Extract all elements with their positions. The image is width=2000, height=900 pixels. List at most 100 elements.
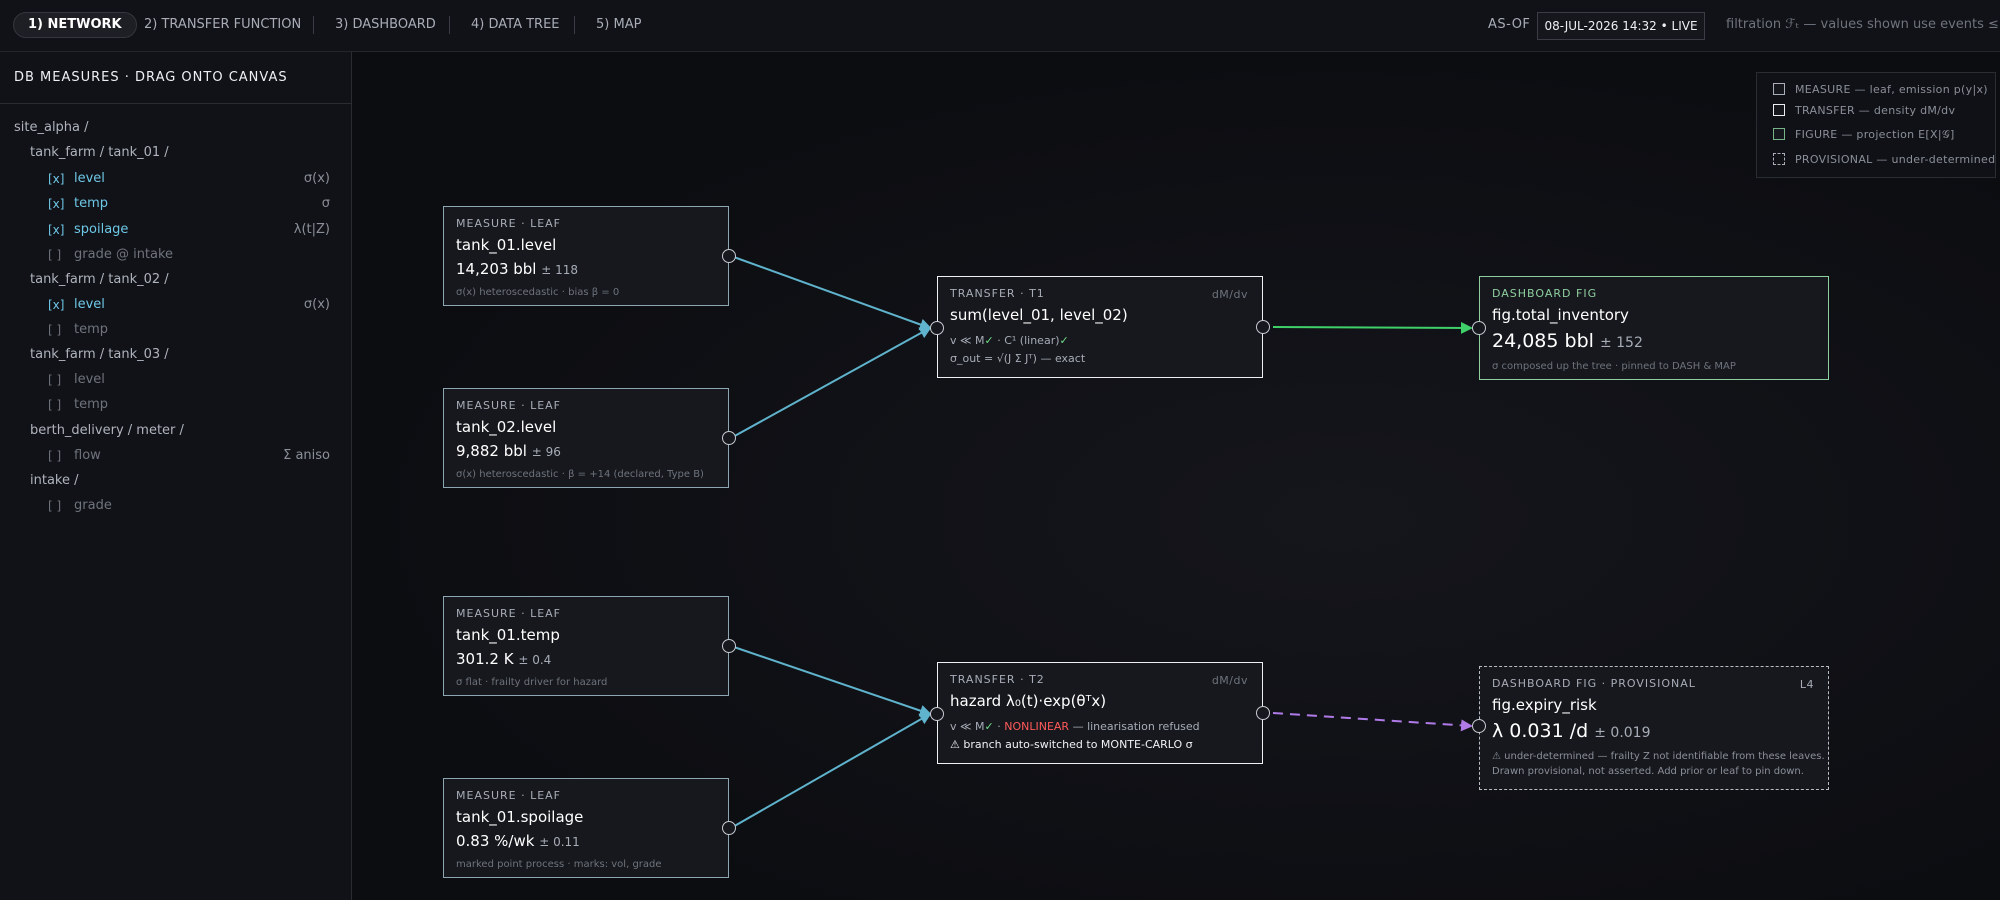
check-text: — linearisation refused [1069,720,1200,733]
edge-t1-to-total-inventory[interactable] [1272,321,1473,334]
check-mark-icon: ✓ [984,720,994,733]
warning-text: Drawn provisional, not asserted. Add pri… [1492,766,1804,777]
tree-item-meter-flow[interactable]: [ ] flow Σ aniso [0,445,340,467]
tree-folder-label: intake / [30,473,79,488]
output-port[interactable] [1256,320,1270,334]
node-note: σ flat · frailty driver for hazard [456,677,608,688]
node-title: hazard λ₀(t)·exp(θᵀx) [950,692,1107,710]
tree-folder-site-alpha[interactable]: site_alpha / [0,117,340,139]
tree-item-tank02-temp[interactable]: [ ] temp [0,319,340,341]
tree-item-checkbox[interactable]: [x] [48,168,64,190]
node-value: 9,882 bbl ± 96 [456,442,716,460]
tree-item-tank01-level[interactable]: [x] level σ(x) [0,168,340,190]
tree-item-checkbox[interactable]: [ ] [48,319,61,341]
node-tank01-temp[interactable]: MEASURE · LEAF tank_01.temp 301.2 K ± 0.… [443,596,736,696]
tab-transfer-function[interactable]: 2) TRANSFER FUNCTION [144,12,301,38]
tree-item-label: level [74,372,105,387]
tab-separator [449,16,450,34]
tree-item-label: temp [74,397,109,412]
tree-item-checkbox[interactable]: [x] [48,193,64,215]
tree-item-tank03-level[interactable]: [ ] level [0,369,340,391]
node-fig-expiry-risk[interactable]: DASHBOARD FIG · PROVISIONAL L4 fig.expir… [1472,666,1829,790]
node-tag: dM/dv [1211,288,1248,301]
node-title: tank_02.level [456,418,557,436]
node-tank02-level[interactable]: MEASURE · LEAF tank_02.level 9,882 bbl ±… [443,388,736,488]
tree-folder-label: berth_delivery / meter / [30,423,184,438]
edge-tank01-spoilage-to-t2[interactable] [730,713,932,829]
tree-item-tank01-temp[interactable]: [x] temp σ [0,193,340,215]
output-port[interactable] [1256,706,1270,720]
tree-folder-intake[interactable]: intake / [0,470,340,492]
node-title: fig.total_inventory [1492,306,1629,324]
tab-data-tree[interactable]: 4) DATA TREE [471,12,560,38]
tree-item-checkbox[interactable]: [ ] [48,244,61,266]
input-port[interactable] [930,707,944,721]
check-text: · [993,720,1005,733]
input-port[interactable] [930,321,944,335]
node-warning-line: ⚠ branch auto-switched to MONTE-CARLO σ [950,738,1193,751]
tree-folder-berth-delivery[interactable]: berth_delivery / meter / [0,420,340,442]
check-text: v ≪ M [950,720,985,733]
value-text: 24,085 bbl [1492,330,1594,352]
tree-folder-tank-03[interactable]: tank_farm / tank_03 / [0,344,340,366]
uncertainty-text: ± 0.11 [539,835,580,849]
edge-tank02-level-to-t1[interactable] [730,327,932,439]
network-canvas[interactable]: MEASURE — leaf, emission p(y|x) TRANSFER… [353,52,2000,900]
tree-item-intake-grade[interactable]: [ ] grade [0,495,340,517]
tab-network[interactable]: 1) NETWORK [13,12,137,38]
check-text: · C¹ (linear) [993,334,1060,347]
node-kicker: MEASURE · LEAF [456,607,562,620]
tree-folder-label: tank_farm / tank_03 / [30,347,169,362]
tab-map[interactable]: 5) MAP [596,12,641,38]
node-title: sum(level_01, level_02) [950,306,1128,324]
node-tank01-level[interactable]: MEASURE · LEAF tank_01.level 14,203 bbl … [443,206,736,306]
node-check-line: v ≪ M✓ · C¹ (linear)✓ [950,334,1250,347]
node-title: tank_01.spoilage [456,808,584,826]
tree-item-label: temp [74,322,109,337]
tree-item-checkbox[interactable]: [x] [48,294,64,316]
node-transfer-t1[interactable]: TRANSFER · T1 dM/dv sum(level_01, level_… [930,276,1270,378]
tree-folder-tank-01[interactable]: tank_farm / tank_01 / [0,142,340,164]
tree-item-model: λ(t|Z) [293,222,330,237]
input-port[interactable] [1472,321,1486,335]
tree-item-tank01-grade[interactable]: [ ] grade @ intake [0,244,340,266]
node-note: σ(x) heteroscedastic · β = +14 (declared… [456,469,704,480]
tree-item-model: σ [321,196,330,211]
edge-t2-to-expiry-risk[interactable] [1272,712,1473,732]
value-text: λ 0.031 /d [1492,720,1589,742]
node-fig-total-inventory[interactable]: DASHBOARD FIG fig.total_inventory 24,085… [1472,276,1829,380]
tab-dashboard[interactable]: 3) DASHBOARD [335,12,436,38]
node-kicker: MEASURE · LEAF [456,399,562,412]
node-note: σ(x) heteroscedastic · bias β = 0 [456,287,620,298]
node-kicker: MEASURE · LEAF [456,789,562,802]
tree-folder-label: tank_farm / tank_02 / [30,272,169,287]
edge-tank01-temp-to-t2[interactable] [730,645,932,717]
tree-item-checkbox[interactable]: [ ] [48,445,61,467]
tree-item-tank03-temp[interactable]: [ ] temp [0,394,340,416]
tree-item-model: Σ aniso [283,448,330,463]
output-port[interactable] [722,249,736,263]
tree-item-tank01-spoilage[interactable]: [x] spoilage λ(t|Z) [0,219,340,241]
uncertainty-text: ± 96 [531,445,561,459]
output-port[interactable] [722,431,736,445]
uncertainty-text: ± 118 [541,263,579,277]
node-transfer-t2[interactable]: TRANSFER · T2 dM/dv hazard λ₀(t)·exp(θᵀx… [930,662,1270,764]
value-text: 301.2 K [456,650,514,668]
node-tank01-spoilage[interactable]: MEASURE · LEAF tank_01.spoilage 0.83 %/w… [443,778,736,878]
input-port[interactable] [1472,719,1486,733]
output-port[interactable] [722,821,736,835]
check-mark-icon: ✓ [984,334,994,347]
tree-item-checkbox[interactable]: [x] [48,219,64,241]
asof-datetime-selector[interactable]: 08-JUL-2026 14:32 • LIVE [1537,12,1705,40]
value-text: 14,203 bbl [456,260,537,278]
tree-item-checkbox[interactable]: [ ] [48,369,61,391]
tree-folder-tank-02[interactable]: tank_farm / tank_02 / [0,269,340,291]
edge-tank01-level-to-t1[interactable] [730,255,932,331]
tree-item-tank02-level[interactable]: [x] level σ(x) [0,294,340,316]
tree-item-checkbox[interactable]: [ ] [48,495,61,517]
node-title: fig.expiry_risk [1492,696,1597,714]
output-port[interactable] [722,639,736,653]
tree-item-label: flow [74,448,101,463]
tree-item-checkbox[interactable]: [ ] [48,394,61,416]
legend-swatch [1773,104,1785,116]
